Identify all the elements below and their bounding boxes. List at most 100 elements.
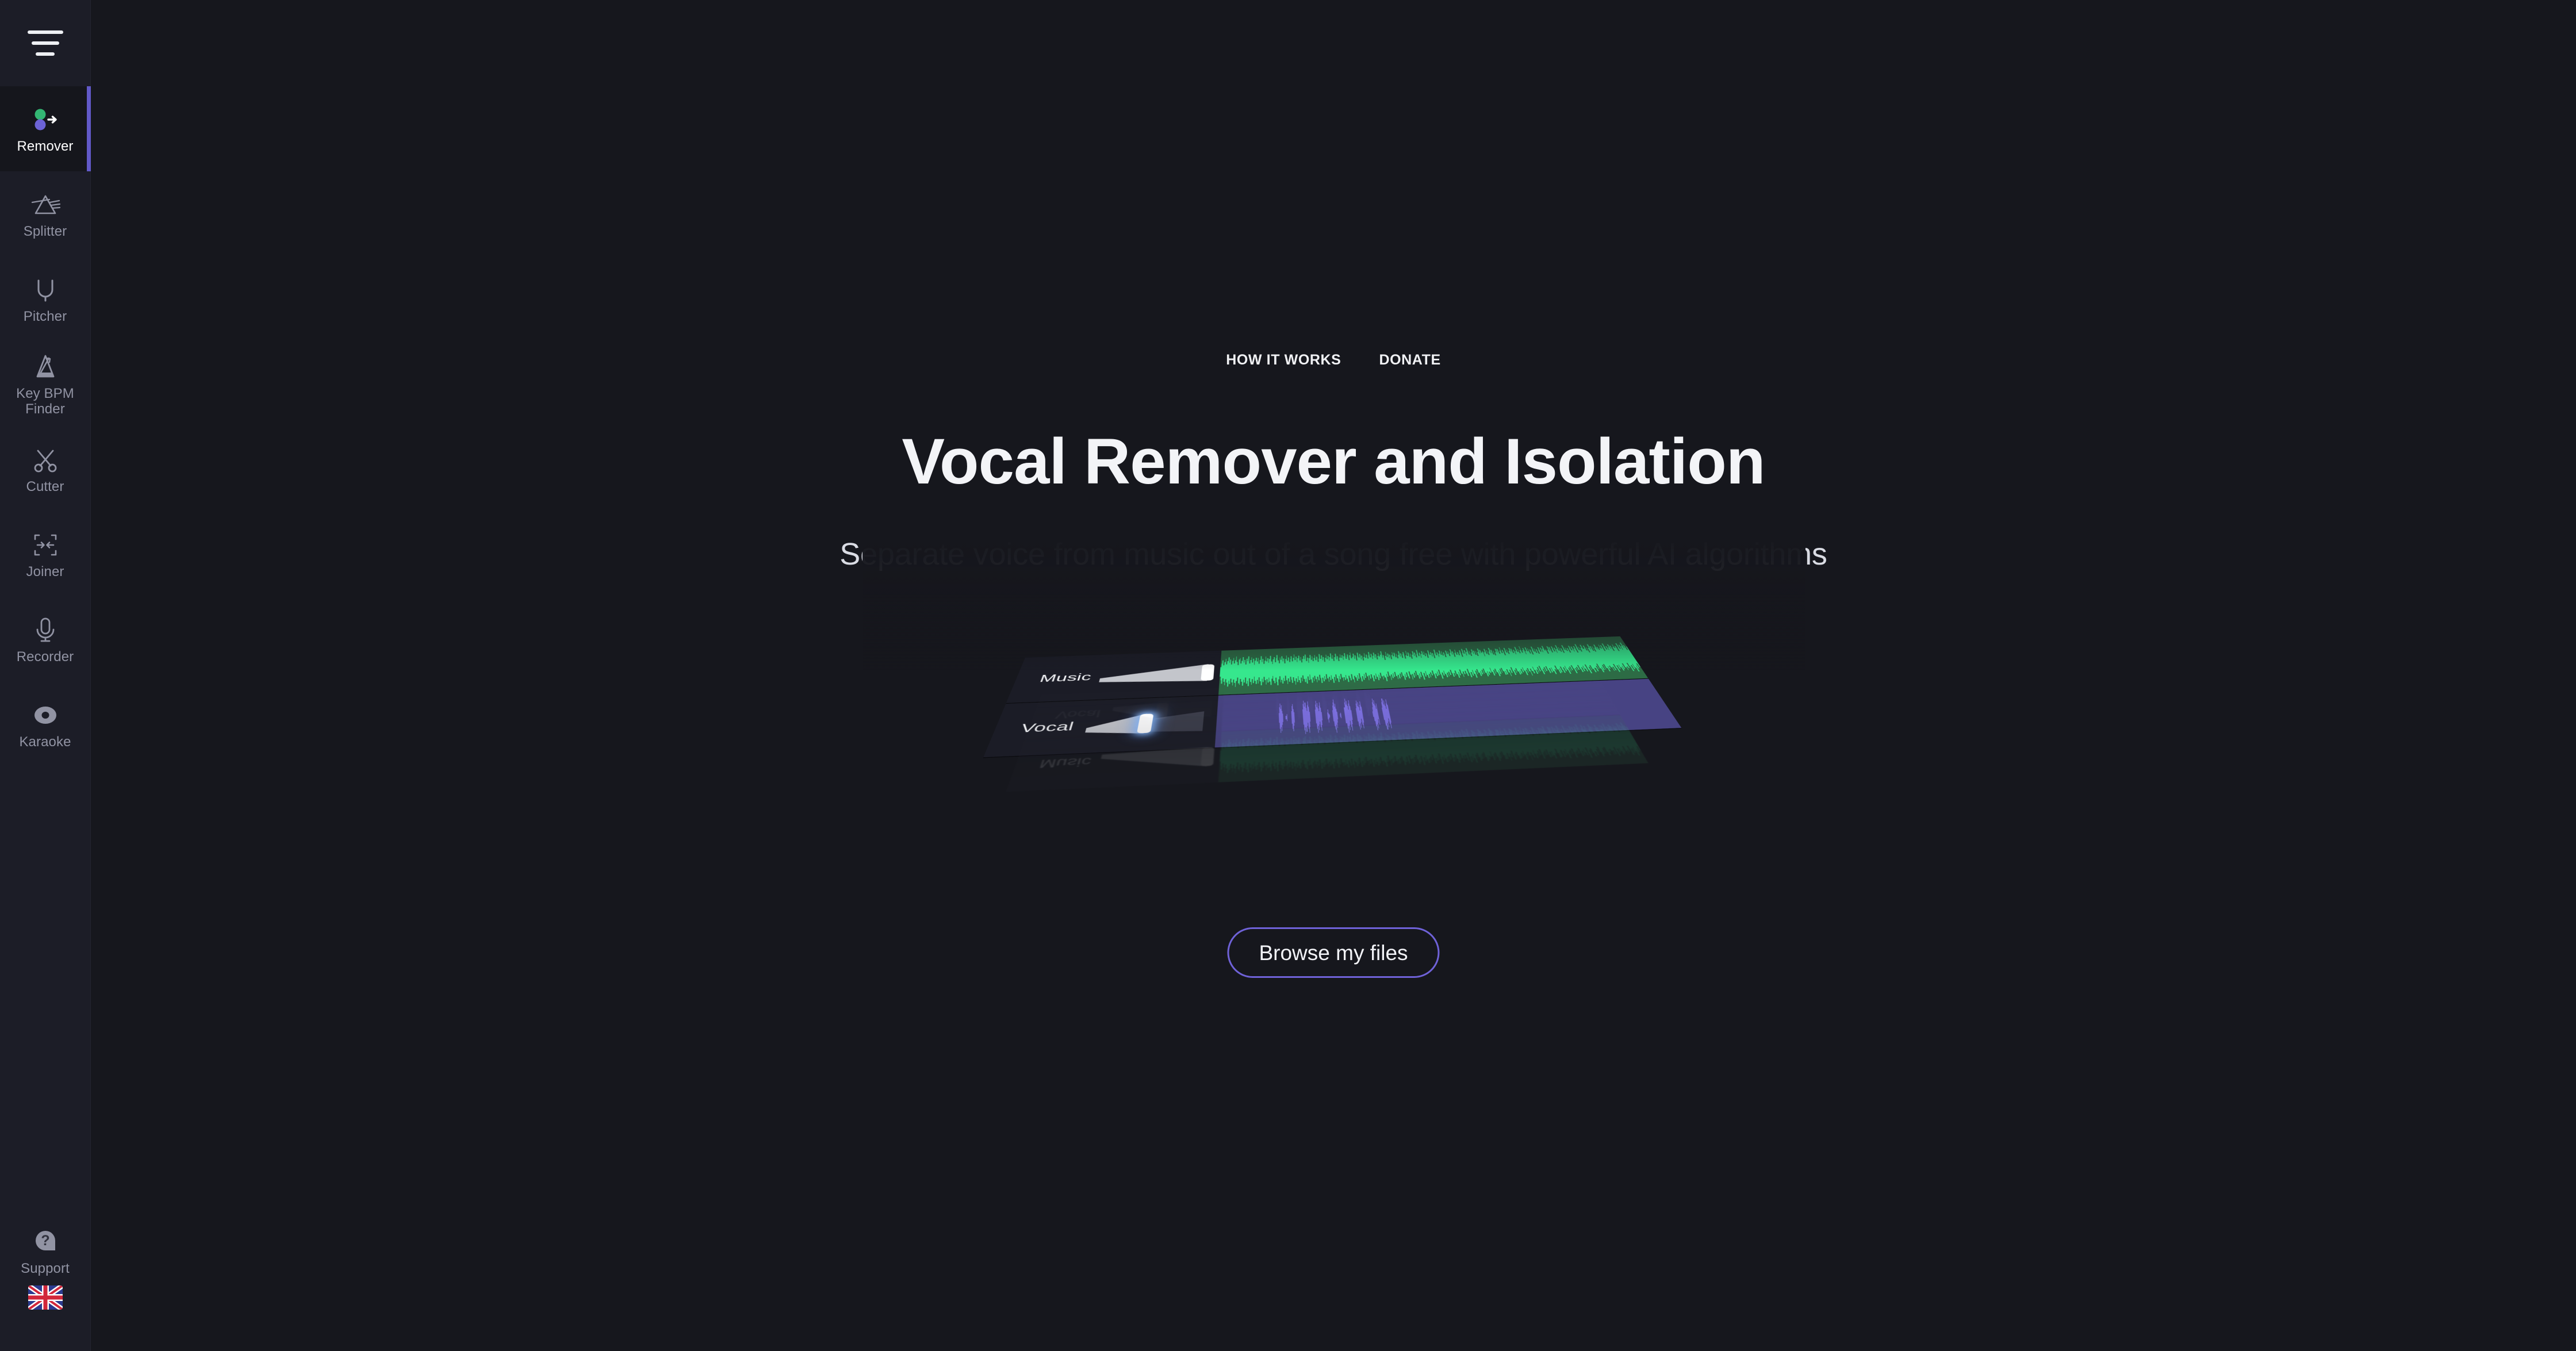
sidebar-bottom: ? Support (0, 1216, 91, 1351)
nav-link-donate[interactable]: DONATE (1379, 352, 1440, 369)
waveform-bar (1402, 739, 1408, 757)
sidebar-item-key-bpm-finder[interactable]: Key BPM Finder (0, 341, 91, 427)
uk-flag-icon[interactable] (28, 1285, 63, 1310)
sidebar-item-support[interactable]: ? Support (0, 1216, 91, 1285)
waveform-bar (1225, 747, 1228, 765)
waveform-bar (1355, 708, 1359, 721)
waveform-bar (1360, 707, 1364, 723)
waveform-bar (1245, 747, 1247, 763)
waveform-bar (1316, 707, 1319, 726)
sidebar-item-splitter[interactable]: Splitter (0, 171, 91, 256)
waveform-bar (1557, 734, 1566, 750)
waveform-bar (1446, 739, 1451, 754)
waveform-bar (1256, 744, 1258, 766)
waveform-bar (1520, 734, 1528, 752)
page-subtitle: Separate voice from music out of a song … (839, 537, 1827, 571)
waveform-bar (1567, 732, 1578, 750)
waveform-bar (1275, 744, 1276, 763)
waveform-bar (1315, 704, 1318, 729)
waveform-bar (1540, 732, 1551, 752)
hamburger-menu[interactable] (0, 0, 91, 86)
waveform-bar (1315, 700, 1319, 733)
waveform-bar (1252, 745, 1254, 765)
waveform-bar (1383, 704, 1388, 723)
waveform-bar (1321, 712, 1323, 721)
waveform-bar (1293, 712, 1295, 723)
sidebar-item-remover[interactable]: Remover (0, 86, 91, 171)
waveform-bar (1505, 736, 1512, 751)
waveform-bar (1319, 702, 1323, 731)
waveform-bar (1338, 743, 1341, 759)
waveform-bar (1509, 735, 1517, 752)
waveform-bar (1620, 729, 1632, 749)
waveform-bar (1336, 712, 1339, 720)
waveform-bar (1355, 703, 1360, 727)
slider-track (1084, 711, 1205, 736)
waveform-bar (1308, 745, 1310, 759)
waveform-bar (1586, 731, 1597, 749)
waveform-bar (1469, 736, 1477, 755)
waveform-bar (1459, 736, 1466, 755)
waveform-bar (1372, 707, 1375, 721)
microphone-icon (29, 614, 62, 646)
waveform-bar (1548, 735, 1556, 749)
sidebar-item-pitcher[interactable]: Pitcher (0, 256, 91, 341)
waveform-bar (1527, 732, 1538, 754)
waveform-bar (1222, 748, 1225, 764)
waveform-bar (1370, 739, 1375, 761)
waveform-bar (1329, 743, 1332, 761)
waveform-bar (1582, 732, 1591, 749)
sidebar-item-karaoke[interactable]: Karaoke (0, 682, 91, 767)
browse-my-files-button[interactable]: Browse my files (1227, 927, 1440, 978)
waveform-bar (1316, 703, 1320, 731)
waveform-bar (1389, 740, 1394, 758)
slider-knob[interactable] (1201, 664, 1215, 681)
waveform-bar (1497, 734, 1506, 755)
waveform-bar (1220, 750, 1221, 762)
waveform-bar (1464, 735, 1472, 757)
waveform-bar (1240, 746, 1242, 765)
waveform-bar (1500, 735, 1508, 753)
waveform-bar (1579, 731, 1590, 750)
page-title: Vocal Remover and Isolation (902, 425, 1765, 497)
waveform-bar (1517, 733, 1527, 754)
waveform-bar (1543, 733, 1552, 751)
waveform-bar (1539, 735, 1547, 750)
waveform-bar (1544, 731, 1556, 753)
waveform-bar (1291, 706, 1294, 729)
waveform-bar (1332, 710, 1335, 721)
track-row-music: Music (1006, 636, 1649, 704)
slider-knob[interactable] (1136, 713, 1154, 734)
waveform-bar (1532, 736, 1540, 750)
waveform-bar (1375, 703, 1381, 725)
sidebar-item-joiner[interactable]: Joiner (0, 512, 91, 597)
waveform-bar (1496, 736, 1502, 752)
waveform-bar (1381, 702, 1387, 726)
waveform-bar (1359, 710, 1362, 719)
waveform-bar (1534, 732, 1544, 753)
waveform-bar (1525, 732, 1536, 754)
track-name: Music (1038, 670, 1093, 685)
volume-slider-vocal[interactable] (1084, 711, 1205, 736)
waveform-bar (1301, 745, 1304, 760)
remover-icon (29, 103, 62, 136)
waveform-bar (1462, 738, 1468, 753)
track-label-pane: Vocal (983, 695, 1218, 758)
waveform-bar (1623, 730, 1634, 747)
waveform-bar (1347, 703, 1352, 727)
waveform-bar (1310, 742, 1314, 763)
waveform-bar (1346, 740, 1350, 761)
waveform-bar (1278, 746, 1281, 762)
nav-link-how-it-works[interactable]: HOW IT WORKS (1226, 352, 1341, 369)
waveform-bar (1624, 728, 1637, 749)
waveform-bar (1268, 745, 1270, 763)
waveform-bar (1243, 745, 1245, 765)
tuning-fork-icon (29, 274, 62, 306)
sidebar-item-recorder[interactable]: Recorder (0, 597, 91, 682)
volume-slider-music[interactable] (1098, 664, 1215, 685)
waveform-bar (1559, 731, 1570, 751)
waveform-bar (1397, 740, 1402, 757)
sidebar-item-cutter[interactable]: Cutter (0, 427, 91, 512)
waveform-bar (1262, 744, 1263, 764)
waveform-bar (1347, 705, 1351, 725)
